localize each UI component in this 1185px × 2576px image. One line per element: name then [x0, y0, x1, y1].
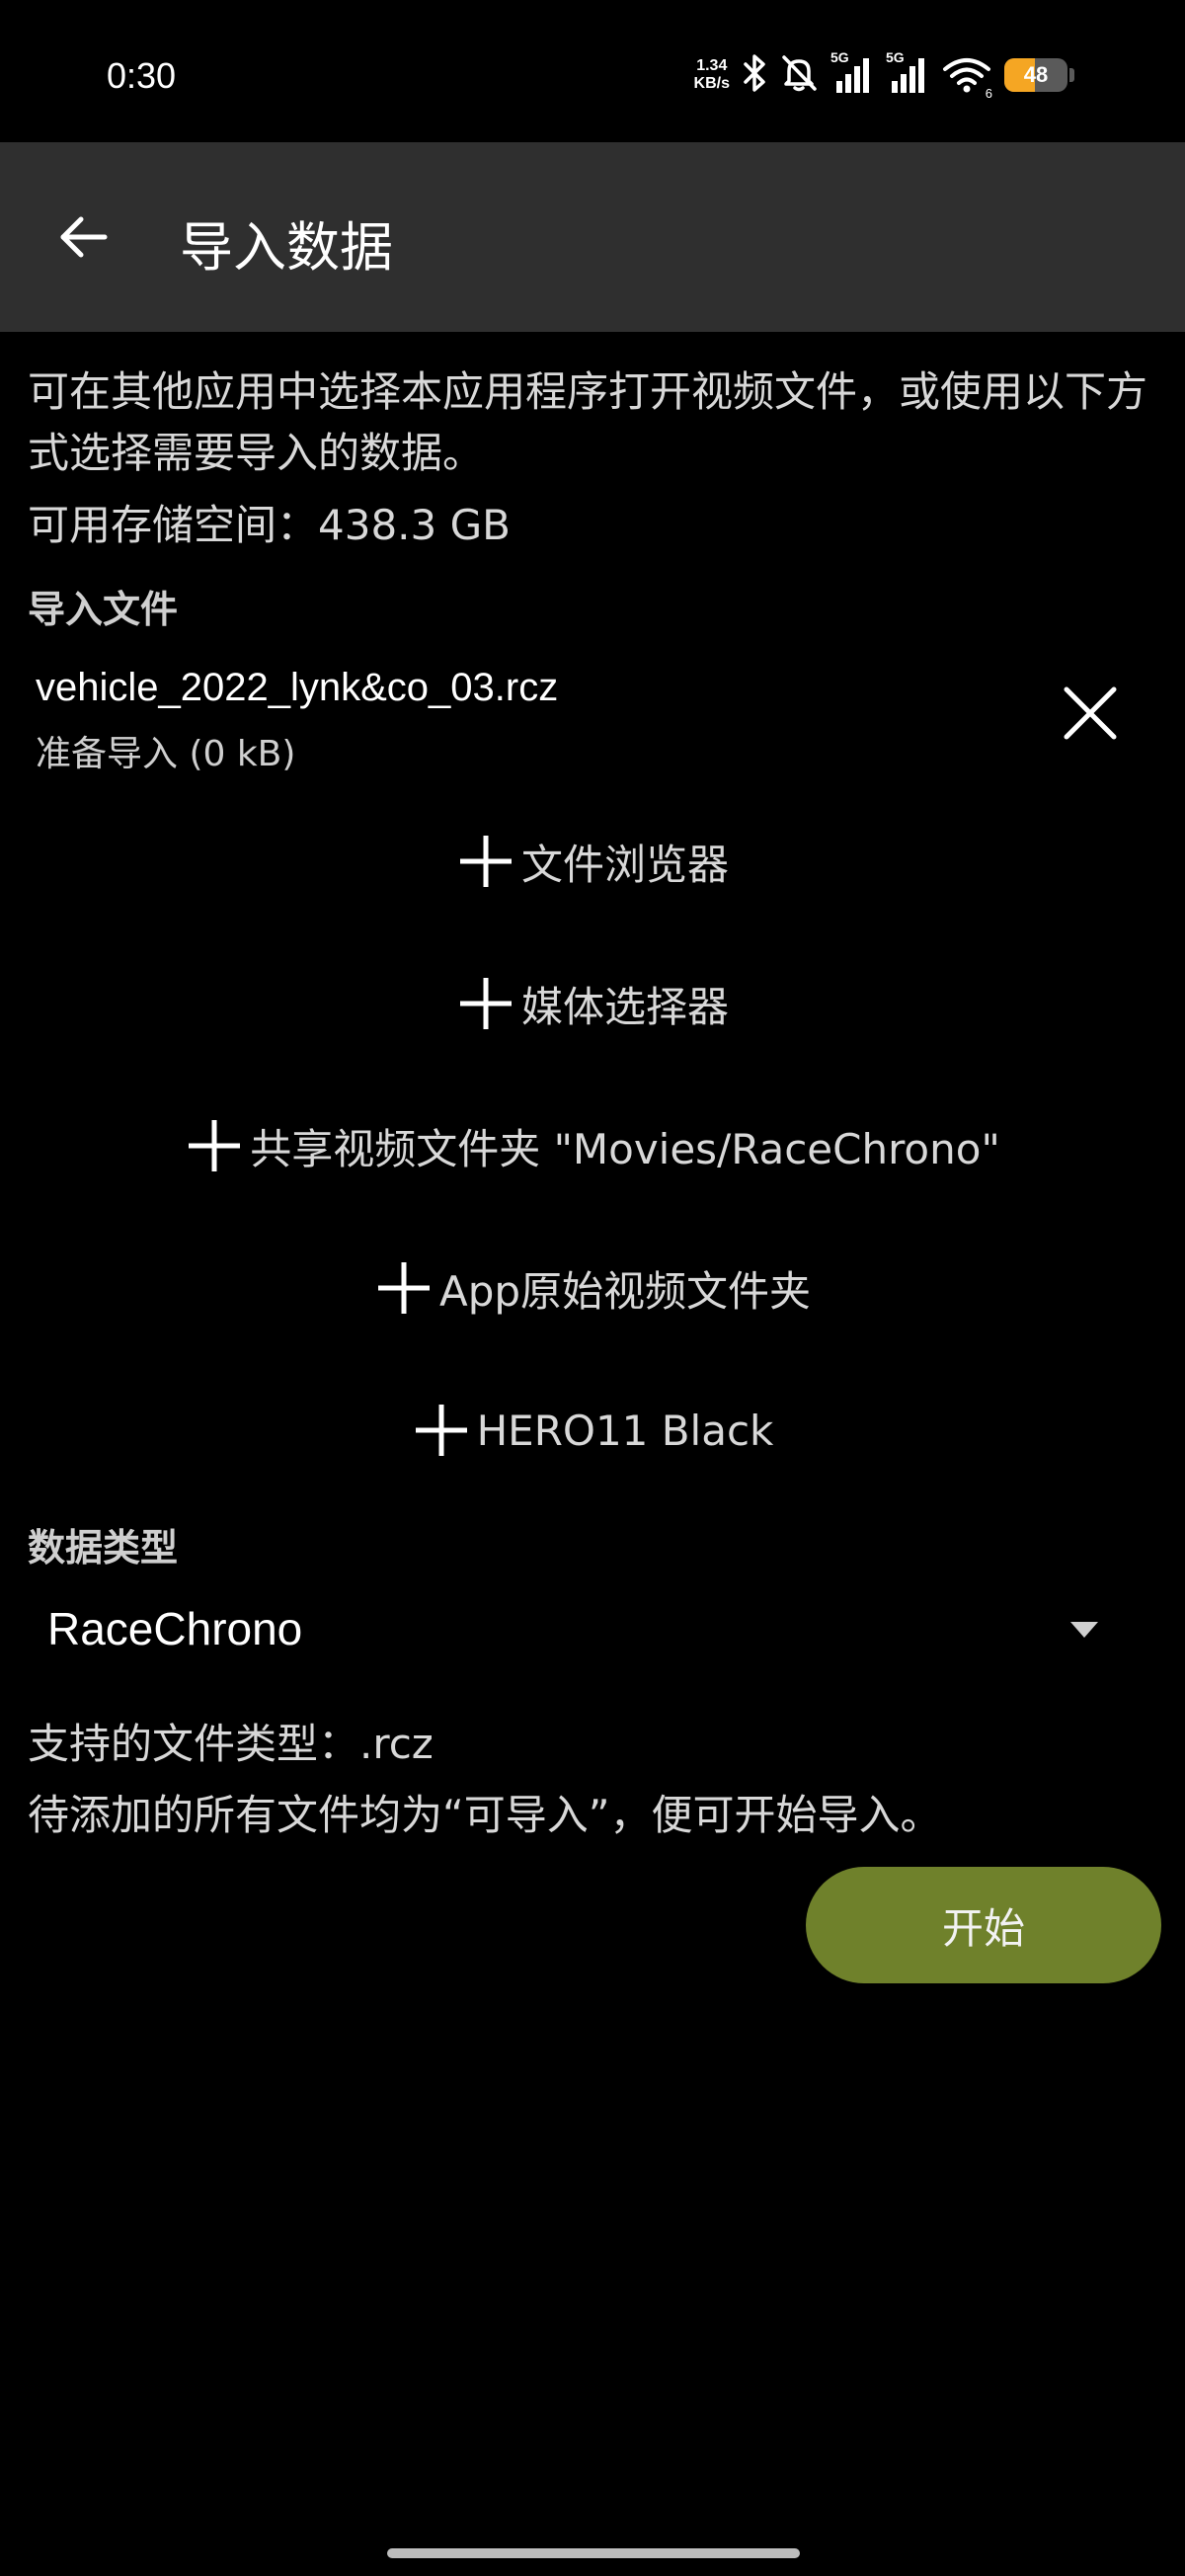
- intro-text: 可在其他应用中选择本应用程序打开视频文件，或使用以下方式选择需要导入的数据。: [28, 367, 1148, 477]
- status-time: 0:30: [107, 55, 177, 96]
- plus-icon: [456, 832, 515, 891]
- battery-icon: 48: [1004, 58, 1067, 92]
- start-import-button[interactable]: 开始: [806, 1867, 1161, 1983]
- add-app-video-folder-button[interactable]: App原始视频文件夹: [0, 1239, 1185, 1337]
- add-gopro-camera-button[interactable]: HERO11 Black: [0, 1381, 1185, 1480]
- add-source-label: 媒体选择器: [520, 982, 729, 1031]
- data-type-value: RaceChrono: [47, 1603, 303, 1654]
- page-title: 导入数据: [180, 216, 393, 279]
- app-bar: 导入数据: [0, 142, 1185, 332]
- wifi-icon: 6: [941, 55, 992, 101]
- add-source-label: 文件浏览器: [520, 840, 729, 889]
- arrow-left-icon: [60, 216, 108, 258]
- add-source-label: HERO11 Black: [476, 1406, 774, 1455]
- file-status: 准备导入 (0 kB): [36, 734, 296, 774]
- bluetooth-icon: [742, 53, 767, 97]
- close-icon: [1064, 686, 1117, 740]
- network-speed-unit: KB/s: [693, 75, 730, 92]
- wifi-label: 6: [985, 86, 992, 101]
- battery-tip: [1069, 68, 1074, 82]
- network-speed-value: 1.34: [696, 57, 728, 74]
- mute-icon: [779, 53, 819, 97]
- plus-icon: [374, 1258, 434, 1318]
- dropdown-arrow-icon: [1070, 1622, 1098, 1638]
- network-speed: 1.34 KB/s: [694, 57, 730, 93]
- storage-info: 可用存储空间：438.3 GB: [28, 501, 511, 549]
- add-shared-video-folder-button[interactable]: 共享视频文件夹 "Movies/RaceChrono": [0, 1096, 1185, 1195]
- back-button[interactable]: [40, 194, 126, 281]
- status-bar: 0:30 1.34 KB/s 5G 5G 6 48: [0, 0, 1185, 142]
- add-source-label: App原始视频文件夹: [438, 1266, 812, 1316]
- plus-icon: [185, 1116, 244, 1175]
- home-indicator[interactable]: [387, 2548, 800, 2558]
- file-list-item: vehicle_2022_lynk&co_03.rcz 准备导入 (0 kB): [0, 658, 1185, 786]
- supported-file-types: 支持的文件类型：.rcz: [28, 1720, 434, 1768]
- status-icons: 1.34 KB/s 5G 5G 6 48: [694, 49, 1074, 101]
- battery-level: 48: [1023, 62, 1049, 87]
- add-media-picker-button[interactable]: 媒体选择器: [0, 954, 1185, 1053]
- add-file-browser-button[interactable]: 文件浏览器: [0, 812, 1185, 911]
- import-files-header: 导入文件: [28, 588, 179, 631]
- remove-file-button[interactable]: [1055, 678, 1126, 749]
- import-hint: 待添加的所有文件均为“可导入”，便可开始导入。: [28, 1791, 942, 1839]
- data-type-select[interactable]: RaceChrono: [0, 1576, 1185, 1685]
- file-name: vehicle_2022_lynk&co_03.rcz: [36, 666, 559, 709]
- add-source-label: 共享视频文件夹 "Movies/RaceChrono": [250, 1124, 1000, 1173]
- signal-icon: 5G: [830, 49, 874, 95]
- signal-icon: 5G: [886, 49, 929, 95]
- plus-icon: [456, 974, 515, 1033]
- data-type-header: 数据类型: [28, 1526, 179, 1570]
- plus-icon: [412, 1401, 471, 1460]
